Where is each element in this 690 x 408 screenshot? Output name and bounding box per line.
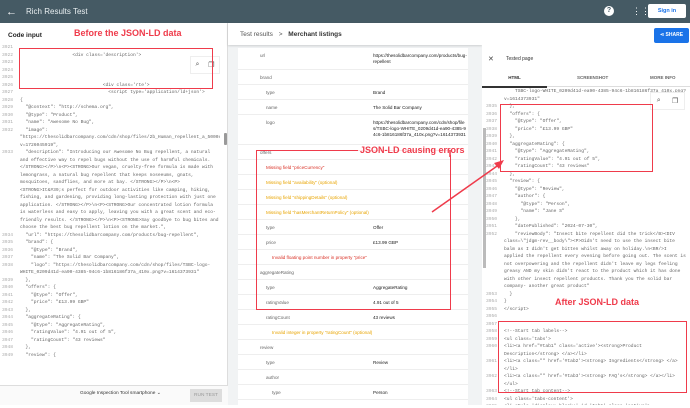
annotation-arrows <box>431 150 504 213</box>
arrow-line <box>431 163 501 213</box>
